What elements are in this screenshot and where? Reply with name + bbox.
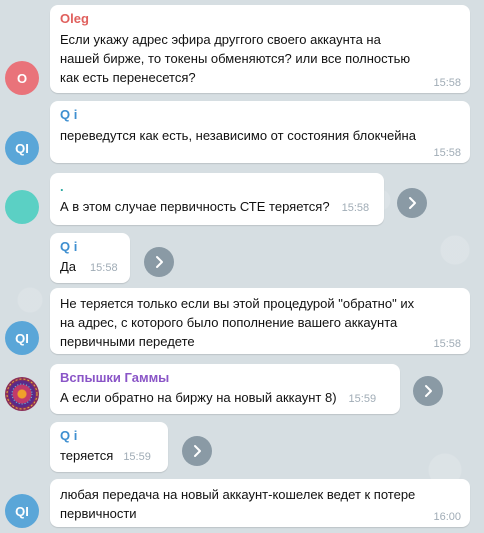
message-time: 15:58 [341, 202, 370, 214]
avatar[interactable]: QI [5, 321, 39, 355]
message-text: теряется 15:59 [60, 446, 158, 467]
message-bubble[interactable]: Вспышки Гаммы А если обратно на биржу на… [50, 364, 400, 414]
avatar[interactable]: QI [5, 494, 39, 528]
share-arrow-icon[interactable] [182, 436, 212, 466]
message-text: А если обратно на биржу на новый аккаунт… [60, 388, 390, 409]
message-text: любая передача на новый аккаунт-кошелек … [60, 487, 416, 521]
avatar[interactable]: QI [5, 131, 39, 165]
message-text-content: Да [60, 259, 77, 274]
avatar[interactable]: O [5, 61, 39, 95]
message-time: 15:58 [90, 262, 118, 274]
message-text: Не теряется только если вы этой процедур… [60, 296, 415, 349]
sender-name[interactable]: Oleg [60, 10, 460, 27]
message-time: 15:58 [433, 77, 461, 89]
message-text-content: А в этом случае первичность СТЕ теряется… [60, 199, 330, 214]
message-bubble[interactable]: любая передача на новый аккаунт-кошелек … [50, 479, 470, 527]
share-arrow-icon[interactable] [413, 376, 443, 406]
message-text: А в этом случае первичность СТЕ теряется… [60, 197, 374, 218]
share-arrow-icon[interactable] [397, 188, 427, 218]
message-bubble[interactable]: . А в этом случае первичность СТЕ теряет… [50, 173, 384, 225]
message-time: 15:59 [348, 393, 377, 405]
sender-name[interactable]: Вспышки Гаммы [60, 369, 390, 386]
message-text: Если укажу адрес эфира друггого своего а… [60, 32, 411, 85]
avatar[interactable] [5, 377, 39, 411]
message-bubble[interactable]: Не теряется только если вы этой процедур… [50, 288, 470, 354]
sender-name[interactable]: Q i [60, 238, 120, 255]
message-bubble[interactable]: Q i теряется 15:59 [50, 422, 168, 472]
sender-name[interactable]: Q i [60, 106, 460, 123]
avatar[interactable] [5, 190, 39, 224]
message-time: 15:58 [433, 338, 461, 350]
message-text: переведутся как есть, независимо от сост… [60, 128, 416, 143]
message-text: Да 15:58 [60, 257, 120, 278]
message-bubble[interactable]: Q i Да 15:58 [50, 233, 130, 283]
share-arrow-icon[interactable] [144, 247, 174, 277]
message-text-content: теряется [60, 448, 114, 463]
avatar-pattern-icon [6, 378, 38, 410]
message-bubble[interactable]: Q i переведутся как есть, независимо от … [50, 101, 470, 163]
message-time: 16:00 [433, 511, 461, 523]
sender-name[interactable]: Q i [60, 427, 158, 444]
message-time: 15:58 [433, 147, 461, 159]
sender-name[interactable]: . [60, 178, 374, 195]
message-bubble[interactable]: Oleg Если укажу адрес эфира друггого сво… [50, 5, 470, 93]
message-time: 15:59 [123, 451, 151, 463]
message-text-content: А если обратно на биржу на новый аккаунт… [60, 390, 337, 405]
